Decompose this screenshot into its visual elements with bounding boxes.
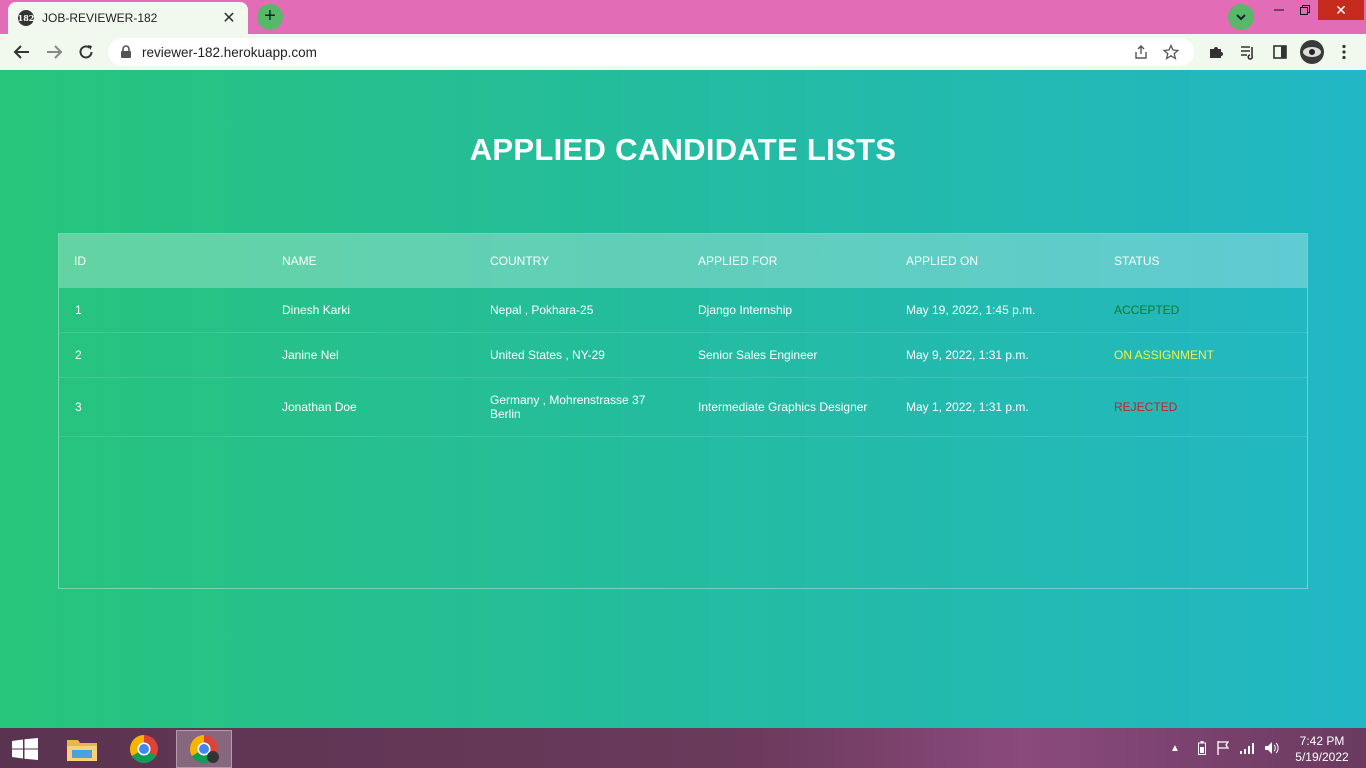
cell-applied-for: Senior Sales Engineer bbox=[698, 348, 818, 362]
system-clock[interactable]: 7:42 PM 5/19/2022 bbox=[1290, 733, 1354, 765]
page-title: APPLIED CANDIDATE LISTS bbox=[469, 132, 897, 167]
browser-toolbar: reviewer-182.herokuapp.com bbox=[0, 34, 1366, 70]
status-badge: ACCEPTED bbox=[1114, 303, 1180, 317]
folder-icon bbox=[67, 740, 97, 761]
minimize-icon bbox=[1274, 9, 1284, 11]
chrome-taskbar-button[interactable] bbox=[116, 730, 172, 768]
arrow-right-icon bbox=[47, 45, 63, 59]
cell-id: 1 bbox=[75, 303, 82, 317]
cell-country: Nepal , Pokhara-25 bbox=[490, 303, 594, 317]
share-icon[interactable] bbox=[1130, 41, 1152, 63]
chrome-icon bbox=[130, 735, 158, 763]
column-header-country: COUNTRY bbox=[490, 254, 550, 268]
lock-icon bbox=[121, 45, 131, 58]
windows-logo-icon bbox=[12, 738, 38, 760]
restore-icon bbox=[1300, 5, 1310, 15]
cell-applied-for: Django Internship bbox=[698, 303, 793, 317]
reload-button[interactable] bbox=[74, 40, 98, 64]
bookmark-star-icon[interactable] bbox=[1160, 41, 1182, 63]
status-badge: ON ASSIGNMENT bbox=[1114, 348, 1215, 362]
battery-icon[interactable] bbox=[1194, 738, 1210, 758]
table-header: ID NAME COUNTRY APPLIED FOR APPLIED ON S… bbox=[59, 234, 1307, 288]
browser-tab[interactable]: 182 JOB-REVIEWER-182 ✕ bbox=[8, 2, 248, 34]
forward-button[interactable] bbox=[42, 40, 66, 64]
cell-applied-on: May 19, 2022, 1:45 p.m. bbox=[906, 303, 1036, 317]
status-badge: REJECTED bbox=[1114, 400, 1178, 414]
cell-name: Dinesh Karki bbox=[282, 303, 351, 317]
taskbar: ▲ 7:42 PM 5/19/2022 bbox=[0, 728, 1366, 768]
column-header-status: STATUS bbox=[1114, 254, 1160, 268]
clock-time: 7:42 PM bbox=[1299, 734, 1345, 748]
cell-applied-for: Intermediate Graphics Designer bbox=[698, 400, 868, 414]
cell-country: United States , NY-29 bbox=[490, 348, 605, 362]
cell-applied-on: May 9, 2022, 1:31 p.m. bbox=[906, 348, 1029, 362]
back-button[interactable] bbox=[10, 40, 34, 64]
column-header-id: ID bbox=[74, 254, 86, 268]
window-minimize-button[interactable] bbox=[1268, 0, 1290, 20]
tab-search-button[interactable] bbox=[1228, 4, 1254, 30]
address-bar[interactable]: reviewer-182.herokuapp.com bbox=[108, 38, 1194, 66]
browser-tab-bar: 182 JOB-REVIEWER-182 ✕ + ✕ bbox=[0, 0, 1366, 34]
column-header-applied-on: APPLIED ON bbox=[906, 254, 979, 268]
chrome-active-taskbar-button[interactable] bbox=[176, 730, 232, 768]
cell-country: Germany , Mohrenstrasse 37 Berlin bbox=[490, 393, 646, 421]
side-panel-icon[interactable] bbox=[1268, 40, 1292, 64]
clock-date: 5/19/2022 bbox=[1295, 750, 1349, 764]
action-center-flag-icon[interactable] bbox=[1214, 738, 1232, 758]
tab-title: JOB-REVIEWER-182 bbox=[42, 11, 158, 25]
arrow-left-icon bbox=[13, 45, 29, 59]
page-content: APPLIED CANDIDATE LISTS ID NAME COUNTRY … bbox=[0, 70, 1366, 728]
start-button[interactable] bbox=[12, 738, 38, 760]
column-header-applied-for: APPLIED FOR bbox=[698, 254, 778, 268]
window-restore-button[interactable] bbox=[1294, 0, 1316, 20]
file-explorer-taskbar-button[interactable] bbox=[54, 730, 110, 768]
reload-icon bbox=[79, 45, 93, 59]
chrome-profile-icon bbox=[190, 735, 219, 763]
volume-icon[interactable] bbox=[1262, 738, 1282, 758]
candidate-table: ID NAME COUNTRY APPLIED FOR APPLIED ON S… bbox=[58, 233, 1308, 589]
url-text: reviewer-182.herokuapp.com bbox=[142, 44, 317, 60]
browser-menu-icon[interactable] bbox=[1332, 40, 1356, 64]
profile-avatar-icon[interactable] bbox=[1300, 40, 1324, 64]
window-close-button[interactable]: ✕ bbox=[1318, 0, 1364, 20]
chevron-down-icon bbox=[1236, 14, 1246, 21]
cell-name: Jonathan Doe bbox=[282, 400, 357, 414]
show-hidden-icons-button[interactable]: ▲ bbox=[1168, 738, 1182, 758]
cell-applied-on: May 1, 2022, 1:31 p.m. bbox=[906, 400, 1029, 414]
media-control-icon[interactable] bbox=[1236, 40, 1260, 64]
extensions-puzzle-icon[interactable] bbox=[1204, 40, 1228, 64]
column-header-name: NAME bbox=[282, 254, 317, 268]
cell-id: 2 bbox=[75, 348, 82, 362]
table-row: 2 Janine Nel United States , NY-29 Senio… bbox=[59, 333, 1307, 378]
cell-id: 3 bbox=[75, 400, 82, 414]
tab-favicon-icon: 182 bbox=[18, 10, 34, 26]
table-row: 3 Jonathan Doe Germany , Mohrenstrasse 3… bbox=[59, 378, 1307, 437]
close-icon: ✕ bbox=[1335, 1, 1347, 18]
table-row: 1 Dinesh Karki Nepal , Pokhara-25 Django… bbox=[59, 288, 1307, 333]
cell-name: Janine Nel bbox=[282, 348, 339, 362]
tab-close-icon[interactable]: ✕ bbox=[220, 8, 238, 28]
new-tab-button[interactable]: + bbox=[257, 4, 283, 30]
network-signal-icon[interactable] bbox=[1238, 738, 1258, 758]
